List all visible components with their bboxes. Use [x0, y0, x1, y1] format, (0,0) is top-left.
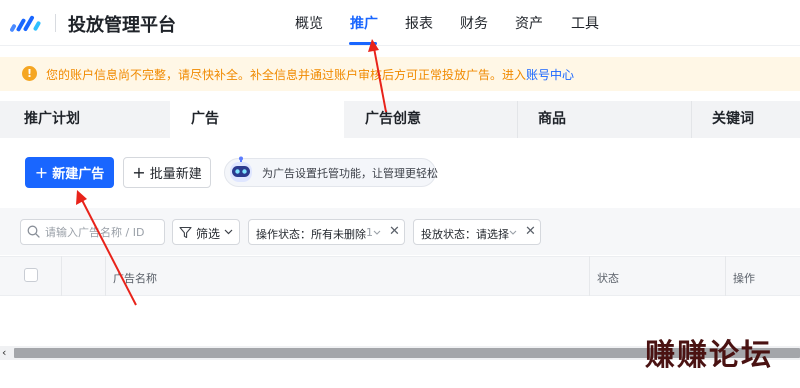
batch-new-button[interactable]: + 批量新建 — [123, 157, 211, 188]
notice-message: 您的账户信息尚不完整，请尽快补全。补全信息并通过账户审核后方可正常投放广告。进入 — [46, 68, 527, 82]
column-divider — [725, 256, 726, 296]
app-title: 投放管理平台 — [68, 15, 176, 36]
scroll-left-arrow-icon[interactable]: ‹ — [2, 346, 6, 360]
column-divider — [589, 256, 590, 296]
operation-status-filter-chip[interactable]: 操作状态：所有未删除 1 ✕ — [248, 219, 405, 245]
tab-creatives[interactable]: 广告创意 — [365, 101, 421, 138]
nav-item-promotion[interactable]: 推广 — [350, 13, 378, 33]
column-divider — [61, 256, 62, 296]
nav-item-reports[interactable]: 报表 — [405, 13, 433, 33]
filter-label: 筛选 — [196, 227, 221, 241]
plus-icon: + — [132, 163, 146, 182]
nav-item-overview[interactable]: 概览 — [295, 13, 323, 33]
search-input[interactable] — [45, 220, 162, 244]
tab-campaigns[interactable]: 推广计划 — [24, 101, 80, 138]
select-all-checkbox[interactable] — [24, 268, 38, 282]
robot-assistant-icon — [230, 156, 252, 182]
assistant-promo-text: 为广告设置托管功能，让管理更轻松 — [262, 167, 438, 180]
filter-button[interactable]: 筛选 — [172, 219, 240, 245]
tab-ads[interactable]: 广告 — [191, 101, 219, 138]
search-icon — [27, 225, 40, 238]
notice-text: 您的账户信息尚不完整，请尽快补全。补全信息并通过账户审核后方可正常投放广告。进入… — [46, 66, 574, 83]
column-divider — [105, 256, 106, 296]
column-header-ad-name[interactable]: 广告名称 — [113, 270, 157, 286]
column-header-actions[interactable]: 操作 — [733, 270, 755, 286]
new-ad-button[interactable]: + 新建广告 — [25, 157, 114, 188]
nav-item-tools[interactable]: 工具 — [571, 13, 599, 33]
operation-status-text: 操作状态：所有未删除 — [256, 228, 366, 241]
close-icon[interactable]: ✕ — [525, 224, 536, 239]
delivery-status-filter-chip[interactable]: 投放状态：请选择 ✕ — [413, 219, 541, 245]
batch-new-label: 批量新建 — [149, 167, 202, 182]
account-center-link[interactable]: 账号中心 — [526, 68, 574, 82]
nav-item-finance[interactable]: 财务 — [460, 13, 488, 33]
column-header-status[interactable]: 状态 — [597, 270, 619, 286]
operation-status-count: 1 — [366, 226, 373, 239]
chevron-down-icon — [509, 230, 517, 235]
annotation-arrowhead-new-ad — [76, 190, 87, 205]
chevron-down-icon — [373, 230, 381, 235]
plus-icon: + — [34, 163, 49, 182]
warning-icon: ! — [22, 66, 37, 81]
app-logo-icon[interactable] — [10, 13, 44, 33]
nav-active-indicator — [349, 42, 377, 45]
tab-products[interactable]: 商品 — [538, 101, 566, 138]
new-ad-label: 新建广告 — [52, 167, 105, 182]
tab-divider — [517, 101, 518, 138]
tab-keywords[interactable]: 关键词 — [712, 101, 754, 138]
chevron-down-icon — [224, 229, 233, 235]
logo-divider — [55, 14, 56, 32]
forum-watermark: 赚赚论坛 — [645, 338, 773, 373]
tab-divider — [691, 101, 692, 138]
delivery-status-text: 投放状态：请选择 — [421, 228, 509, 241]
nav-item-assets[interactable]: 资产 — [515, 13, 543, 33]
close-icon[interactable]: ✕ — [389, 224, 400, 239]
funnel-icon — [179, 226, 192, 239]
